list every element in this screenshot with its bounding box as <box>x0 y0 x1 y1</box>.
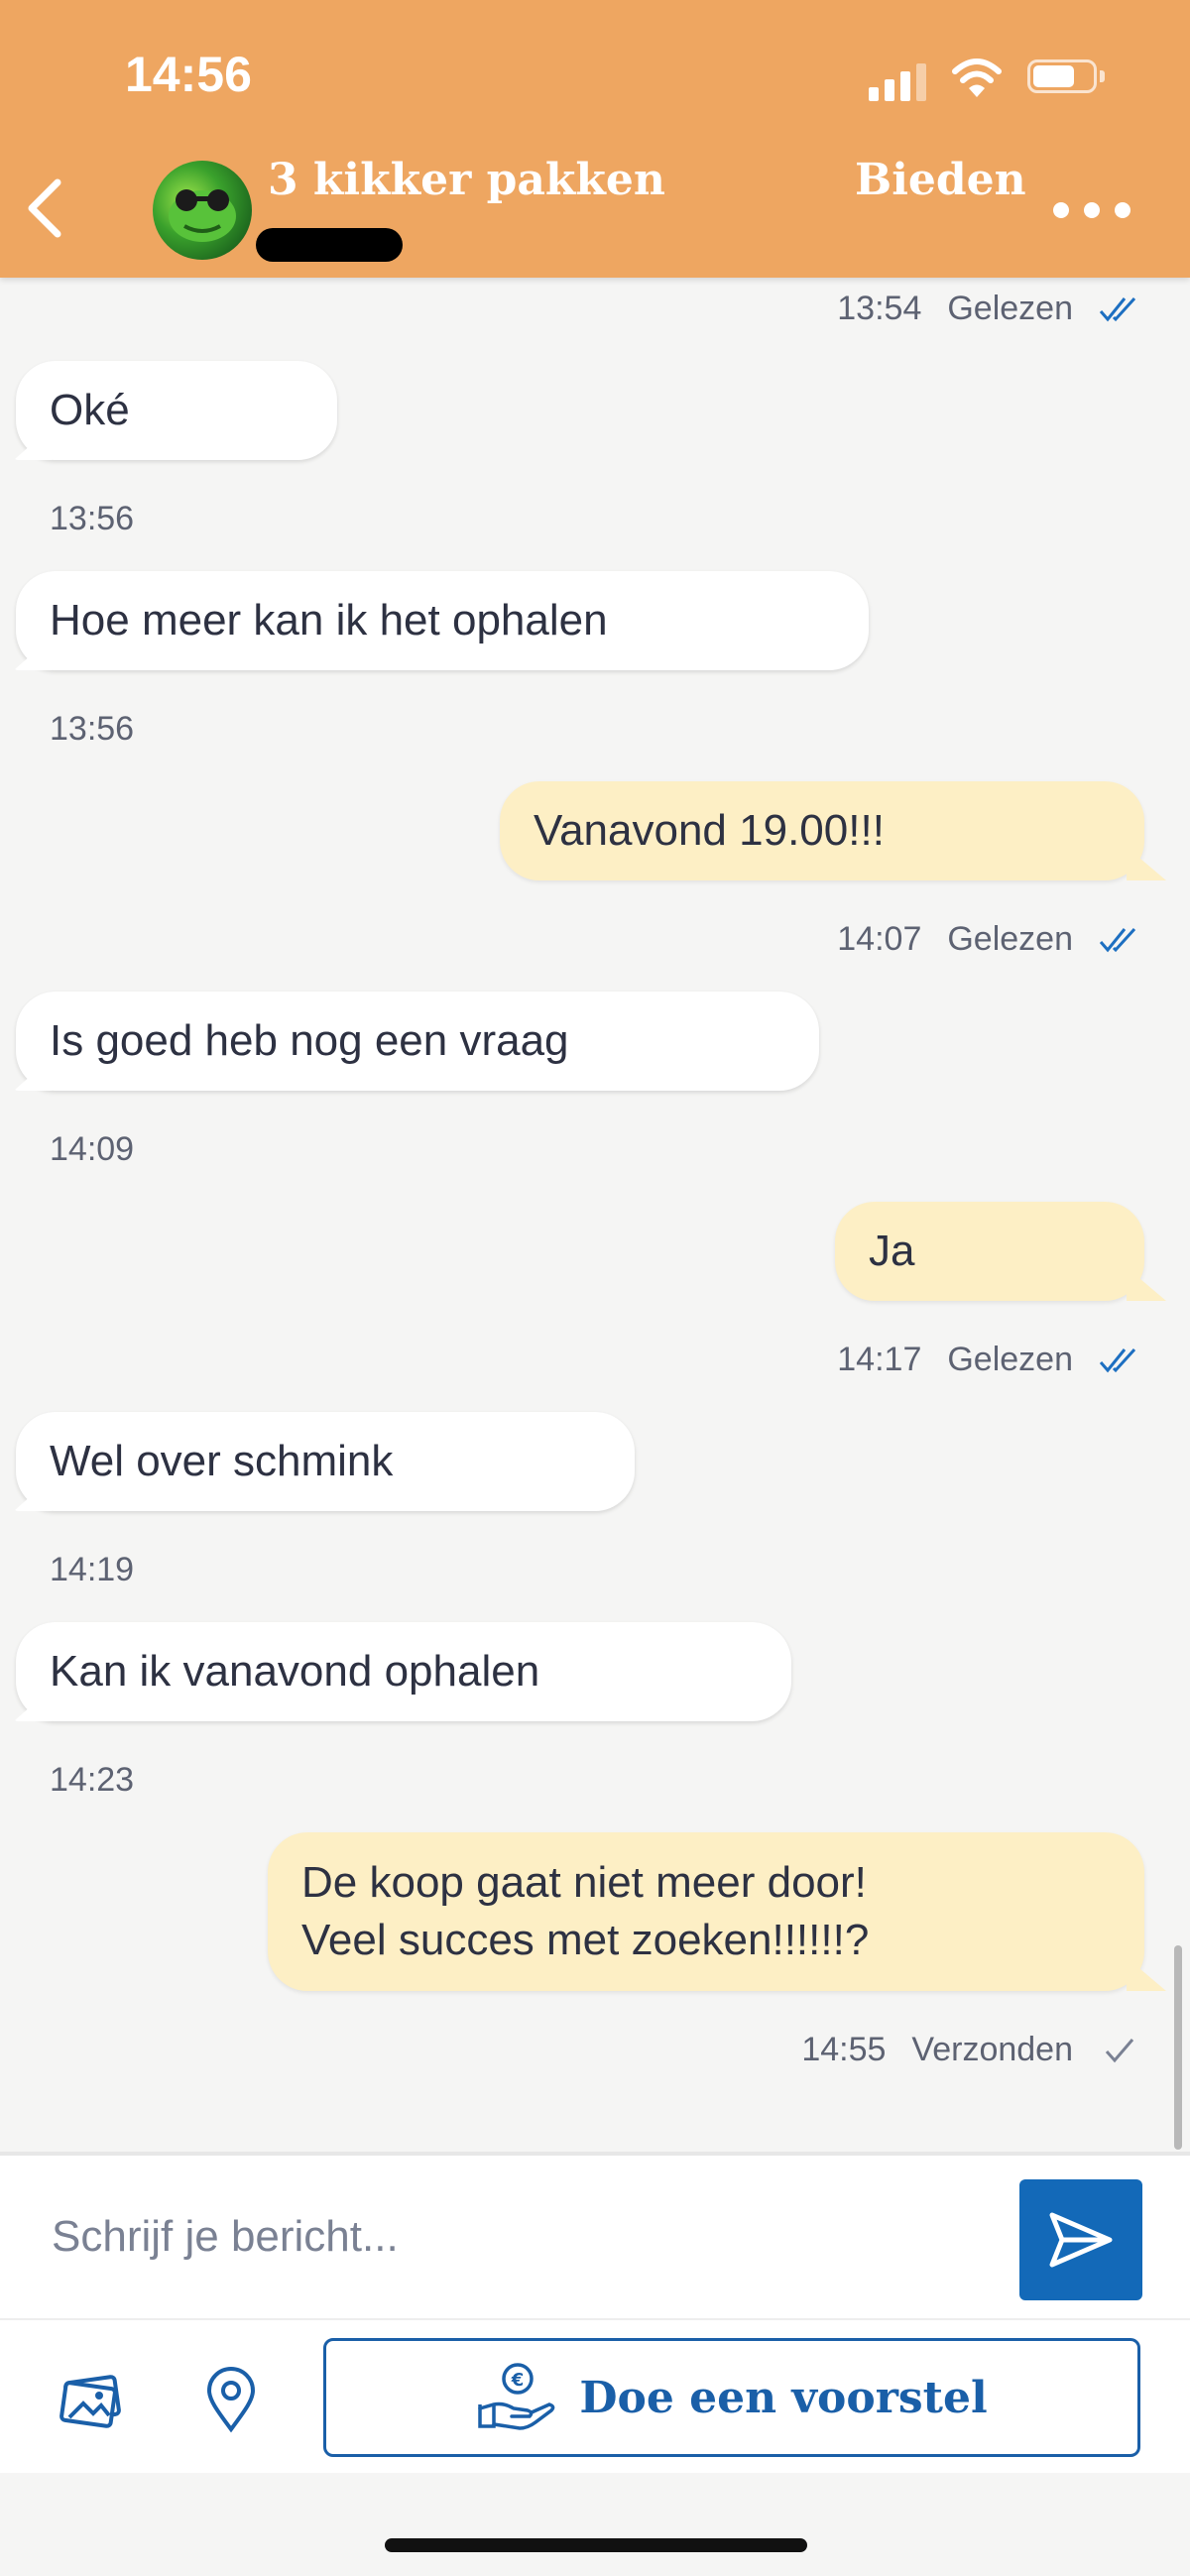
message-text: Ja <box>869 1227 915 1275</box>
message-time: 14:09 <box>50 1130 135 1168</box>
battery-icon <box>1027 59 1105 97</box>
single-check-icon <box>1099 2037 1140 2064</box>
message-time: 14:19 <box>50 1551 135 1588</box>
message-status: Gelezen <box>947 920 1073 958</box>
message-status: Verzonden <box>911 2031 1073 2068</box>
message-meta: 14:17 Gelezen <box>837 1341 1140 1379</box>
bid-button[interactable]: Bieden <box>855 155 1026 205</box>
home-indicator[interactable] <box>385 2538 807 2552</box>
double-check-icon <box>1099 295 1140 323</box>
more-horizontal-icon <box>1053 202 1069 218</box>
scrollbar[interactable] <box>1174 1945 1182 2150</box>
message-time: 14:23 <box>50 1761 135 1799</box>
chat-header: 14:56 3 kikker pakken Bieden <box>0 0 1190 278</box>
message-bubble-incoming[interactable]: Hoe meer kan ik het ophalen <box>16 571 869 670</box>
make-offer-button[interactable]: € Doe een voorstel <box>323 2338 1140 2457</box>
more-options-button[interactable] <box>1053 190 1130 230</box>
message-time: 14:55 <box>801 2031 887 2068</box>
message-time: 14:07 <box>837 920 922 958</box>
message-time: 13:54 <box>837 290 922 327</box>
message-time: 13:56 <box>50 710 135 748</box>
message-bubble-outgoing[interactable]: Ja <box>835 1202 1144 1301</box>
message-status: Gelezen <box>947 1341 1073 1378</box>
double-check-icon <box>1099 926 1140 954</box>
message-text: Wel over schmink <box>50 1437 394 1485</box>
message-time: 13:56 <box>50 500 135 537</box>
send-button[interactable] <box>1019 2179 1142 2300</box>
message-composer <box>0 2152 1190 2318</box>
double-check-icon <box>1099 1347 1140 1374</box>
message-bubble-incoming[interactable]: Wel over schmink <box>16 1412 635 1511</box>
message-meta: 14:55 Verzonden <box>801 2031 1140 2069</box>
hand-euro-icon: € <box>478 2363 555 2430</box>
message-meta: 13:54 Gelezen <box>837 290 1140 328</box>
back-button[interactable] <box>20 169 69 248</box>
photos-icon <box>60 2375 121 2428</box>
message-meta: 14:07 Gelezen <box>837 920 1140 959</box>
wifi-icon <box>952 56 1002 99</box>
message-input[interactable] <box>50 2191 946 2283</box>
svg-text:€: € <box>511 2370 525 2391</box>
message-text: Hoe meer kan ik het ophalen <box>50 596 608 644</box>
message-bubble-outgoing[interactable]: De koop gaat niet meer door! Veel succes… <box>268 1832 1144 1991</box>
message-text: Is goed heb nog een vraag <box>50 1016 569 1065</box>
message-text: De koop gaat niet meer door! Veel succes… <box>301 1858 870 1964</box>
location-pin-icon <box>206 2367 256 2433</box>
message-status: Gelezen <box>947 290 1073 327</box>
status-time: 14:56 <box>125 47 252 102</box>
chat-title[interactable]: 3 kikker pakken <box>268 155 665 205</box>
location-button[interactable] <box>196 2366 266 2435</box>
message-list[interactable]: 13:54 Gelezen Oké 13:56 Hoe meer kan ik … <box>0 278 1190 2152</box>
message-text: Oké <box>50 386 130 434</box>
action-toolbar: € Doe een voorstel <box>0 2318 1190 2473</box>
message-bubble-incoming[interactable]: Kan ik vanavond ophalen <box>16 1622 791 1721</box>
message-bubble-outgoing[interactable]: Vanavond 19.00!!! <box>500 781 1144 880</box>
make-offer-label: Doe een voorstel <box>579 2372 988 2423</box>
message-bubble-incoming[interactable]: Is goed heb nog een vraag <box>16 992 819 1091</box>
redacted-username <box>256 228 403 262</box>
safe-area <box>0 2473 1190 2576</box>
message-bubble-incoming[interactable]: Oké <box>16 361 337 460</box>
message-time: 14:17 <box>837 1341 922 1378</box>
message-text: Vanavond 19.00!!! <box>534 806 885 855</box>
send-icon <box>1049 2212 1113 2268</box>
photos-button[interactable] <box>58 2366 127 2435</box>
cellular-signal-icon <box>869 59 928 101</box>
avatar[interactable] <box>153 161 252 260</box>
chevron-left-icon <box>28 178 61 238</box>
message-text: Kan ik vanavond ophalen <box>50 1647 540 1696</box>
